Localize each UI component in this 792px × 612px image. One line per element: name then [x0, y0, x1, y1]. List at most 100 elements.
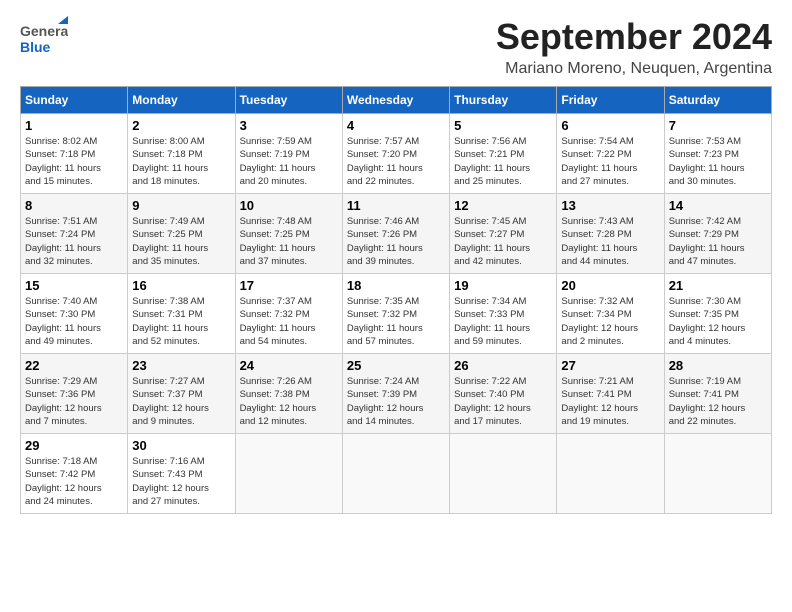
day-number: 26 [454, 358, 552, 373]
svg-text:Blue: Blue [20, 39, 51, 55]
month-title: September 2024 [496, 16, 772, 58]
day-number: 11 [347, 198, 445, 213]
day-number: 15 [25, 278, 123, 293]
calendar-day-cell: 9 Sunrise: 7:49 AMSunset: 7:25 PMDaylight… [128, 194, 235, 274]
day-number: 17 [240, 278, 338, 293]
calendar-day-cell: 12 Sunrise: 7:45 AMSunset: 7:27 PMDayligh… [450, 194, 557, 274]
calendar-day-cell: 10 Sunrise: 7:48 AMSunset: 7:25 PMDayligh… [235, 194, 342, 274]
day-number: 27 [561, 358, 659, 373]
day-number: 1 [25, 118, 123, 133]
calendar-day-cell: 6 Sunrise: 7:54 AMSunset: 7:22 PMDaylight… [557, 114, 664, 194]
calendar-day-cell: 29Sunrise: 7:18 AMSunset: 7:42 PMDayligh… [21, 434, 128, 514]
day-number: 2 [132, 118, 230, 133]
day-number: 30 [132, 438, 230, 453]
day-number: 3 [240, 118, 338, 133]
day-number: 23 [132, 358, 230, 373]
calendar-day-cell: 7 Sunrise: 7:53 AMSunset: 7:23 PMDaylight… [664, 114, 771, 194]
day-info: Sunrise: 7:21 AMSunset: 7:41 PMDaylight:… [561, 375, 659, 428]
calendar-day-cell: 16 Sunrise: 7:38 AMSunset: 7:31 PMDayligh… [128, 274, 235, 354]
day-info: Sunrise: 7:56 AMSunset: 7:21 PMDaylight:… [454, 135, 552, 188]
calendar-day-cell: 21Sunrise: 7:30 AMSunset: 7:35 PMDayligh… [664, 274, 771, 354]
calendar-week-row: 15 Sunrise: 7:40 AMSunset: 7:30 PMDayligh… [21, 274, 772, 354]
day-number: 6 [561, 118, 659, 133]
day-number: 19 [454, 278, 552, 293]
day-info: Sunrise: 7:32 AMSunset: 7:34 PMDaylight:… [561, 295, 659, 348]
day-number: 10 [240, 198, 338, 213]
calendar-day-cell: 13 Sunrise: 7:43 AMSunset: 7:28 PMDayligh… [557, 194, 664, 274]
day-info: Sunrise: 7:26 AMSunset: 7:38 PMDaylight:… [240, 375, 338, 428]
calendar-header-cell: Saturday [664, 87, 771, 114]
calendar-day-cell: 4 Sunrise: 7:57 AMSunset: 7:20 PMDaylight… [342, 114, 449, 194]
calendar-week-row: 1 Sunrise: 8:02 AMSunset: 7:18 PMDaylight… [21, 114, 772, 194]
day-info: Sunrise: 7:57 AMSunset: 7:20 PMDaylight:… [347, 135, 445, 188]
calendar-day-cell: 28Sunrise: 7:19 AMSunset: 7:41 PMDayligh… [664, 354, 771, 434]
day-info: Sunrise: 7:42 AMSunset: 7:29 PMDaylight:… [669, 215, 767, 268]
calendar-day-cell [557, 434, 664, 514]
day-number: 22 [25, 358, 123, 373]
day-info: Sunrise: 7:30 AMSunset: 7:35 PMDaylight:… [669, 295, 767, 348]
day-number: 7 [669, 118, 767, 133]
calendar-day-cell: 5 Sunrise: 7:56 AMSunset: 7:21 PMDaylight… [450, 114, 557, 194]
day-number: 13 [561, 198, 659, 213]
day-number: 14 [669, 198, 767, 213]
calendar-header-cell: Tuesday [235, 87, 342, 114]
calendar-day-cell: 20Sunrise: 7:32 AMSunset: 7:34 PMDayligh… [557, 274, 664, 354]
calendar-day-cell: 22 Sunrise: 7:29 AMSunset: 7:36 PMDayligh… [21, 354, 128, 434]
calendar-day-cell: 23Sunrise: 7:27 AMSunset: 7:37 PMDayligh… [128, 354, 235, 434]
day-info: Sunrise: 7:16 AMSunset: 7:43 PMDaylight:… [132, 455, 230, 508]
calendar-day-cell: 27 Sunrise: 7:21 AMSunset: 7:41 PMDayligh… [557, 354, 664, 434]
day-number: 16 [132, 278, 230, 293]
day-info: Sunrise: 7:45 AMSunset: 7:27 PMDaylight:… [454, 215, 552, 268]
calendar-week-row: 8Sunrise: 7:51 AMSunset: 7:24 PMDaylight… [21, 194, 772, 274]
calendar-day-cell: 25 Sunrise: 7:24 AMSunset: 7:39 PMDayligh… [342, 354, 449, 434]
day-info: Sunrise: 7:53 AMSunset: 7:23 PMDaylight:… [669, 135, 767, 188]
calendar-day-cell: 18Sunrise: 7:35 AMSunset: 7:32 PMDayligh… [342, 274, 449, 354]
day-info: Sunrise: 7:59 AMSunset: 7:19 PMDaylight:… [240, 135, 338, 188]
day-info: Sunrise: 7:48 AMSunset: 7:25 PMDaylight:… [240, 215, 338, 268]
calendar-day-cell: 19 Sunrise: 7:34 AMSunset: 7:33 PMDayligh… [450, 274, 557, 354]
day-info: Sunrise: 8:02 AMSunset: 7:18 PMDaylight:… [25, 135, 123, 188]
calendar-header-cell: Thursday [450, 87, 557, 114]
day-info: Sunrise: 7:38 AMSunset: 7:31 PMDaylight:… [132, 295, 230, 348]
calendar-header-cell: Friday [557, 87, 664, 114]
day-info: Sunrise: 7:29 AMSunset: 7:36 PMDaylight:… [25, 375, 123, 428]
day-number: 4 [347, 118, 445, 133]
calendar-week-row: 22 Sunrise: 7:29 AMSunset: 7:36 PMDayligh… [21, 354, 772, 434]
day-info: Sunrise: 7:18 AMSunset: 7:42 PMDaylight:… [25, 455, 123, 508]
calendar-day-cell [235, 434, 342, 514]
calendar-body: 1 Sunrise: 8:02 AMSunset: 7:18 PMDaylight… [21, 114, 772, 514]
day-info: Sunrise: 7:40 AMSunset: 7:30 PMDaylight:… [25, 295, 123, 348]
svg-text:General: General [20, 23, 68, 39]
day-number: 9 [132, 198, 230, 213]
calendar-day-cell: 26 Sunrise: 7:22 AMSunset: 7:40 PMDayligh… [450, 354, 557, 434]
calendar-day-cell: 15 Sunrise: 7:40 AMSunset: 7:30 PMDayligh… [21, 274, 128, 354]
calendar-day-cell: 30 Sunrise: 7:16 AMSunset: 7:43 PMDayligh… [128, 434, 235, 514]
title-block: September 2024 Mariano Moreno, Neuquen, … [496, 16, 772, 78]
calendar-day-cell [664, 434, 771, 514]
calendar-day-cell: 17Sunrise: 7:37 AMSunset: 7:32 PMDayligh… [235, 274, 342, 354]
calendar-day-cell [450, 434, 557, 514]
day-number: 25 [347, 358, 445, 373]
page-header: General Blue September 2024 Mariano More… [20, 16, 772, 78]
day-info: Sunrise: 7:49 AMSunset: 7:25 PMDaylight:… [132, 215, 230, 268]
day-info: Sunrise: 7:24 AMSunset: 7:39 PMDaylight:… [347, 375, 445, 428]
day-info: Sunrise: 7:51 AMSunset: 7:24 PMDaylight:… [25, 215, 123, 268]
day-number: 5 [454, 118, 552, 133]
calendar-day-cell: 3 Sunrise: 7:59 AMSunset: 7:19 PMDaylight… [235, 114, 342, 194]
calendar-table: SundayMondayTuesdayWednesdayThursdayFrid… [20, 86, 772, 514]
day-info: Sunrise: 7:34 AMSunset: 7:33 PMDaylight:… [454, 295, 552, 348]
calendar-header-cell: Wednesday [342, 87, 449, 114]
day-info: Sunrise: 7:54 AMSunset: 7:22 PMDaylight:… [561, 135, 659, 188]
calendar-day-cell: 8Sunrise: 7:51 AMSunset: 7:24 PMDaylight… [21, 194, 128, 274]
day-info: Sunrise: 7:22 AMSunset: 7:40 PMDaylight:… [454, 375, 552, 428]
day-number: 24 [240, 358, 338, 373]
day-number: 12 [454, 198, 552, 213]
calendar-day-cell: 2 Sunrise: 8:00 AMSunset: 7:18 PMDaylight… [128, 114, 235, 194]
day-info: Sunrise: 8:00 AMSunset: 7:18 PMDaylight:… [132, 135, 230, 188]
logo: General Blue [20, 16, 68, 60]
logo-icon: General Blue [20, 16, 68, 60]
day-info: Sunrise: 7:43 AMSunset: 7:28 PMDaylight:… [561, 215, 659, 268]
calendar-day-cell: 14 Sunrise: 7:42 AMSunset: 7:29 PMDayligh… [664, 194, 771, 274]
calendar-week-row: 29Sunrise: 7:18 AMSunset: 7:42 PMDayligh… [21, 434, 772, 514]
day-number: 28 [669, 358, 767, 373]
